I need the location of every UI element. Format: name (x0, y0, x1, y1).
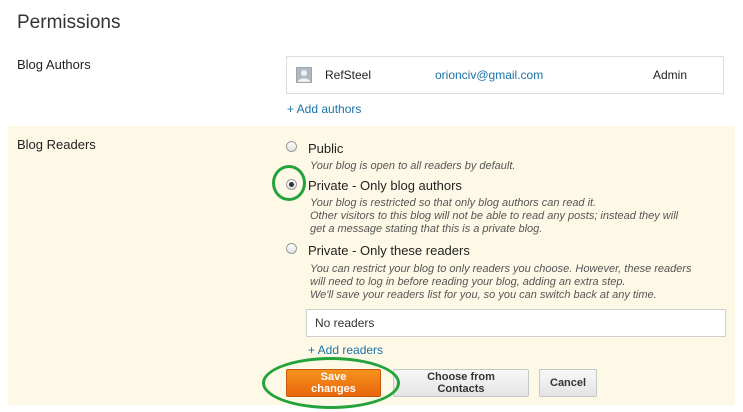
add-authors-link[interactable]: + Add authors (287, 102, 361, 116)
blog-authors-label: Blog Authors (17, 57, 91, 72)
readers-list-input[interactable] (306, 309, 726, 337)
page-title: Permissions (17, 12, 121, 33)
author-name: RefSteel (325, 68, 372, 82)
private-authors-radio[interactable] (286, 179, 297, 190)
private-readers-option-label[interactable]: Private - Only these readers (308, 243, 470, 258)
private-authors-option-description: Your blog is restricted so that only blo… (310, 197, 679, 235)
choose-from-contacts-button[interactable]: Choose from Contacts (393, 369, 529, 397)
private-readers-radio[interactable] (286, 243, 297, 254)
public-option-label[interactable]: Public (308, 141, 343, 156)
public-radio[interactable] (286, 141, 297, 152)
add-readers-link[interactable]: + Add readers (308, 343, 383, 357)
author-role: Admin (653, 68, 688, 82)
public-option-description: Your blog is open to all readers by defa… (310, 160, 516, 172)
blog-readers-label: Blog Readers (17, 137, 96, 152)
private-readers-option-description: You can restrict your blog to only reade… (310, 263, 692, 301)
private-authors-option-label[interactable]: Private - Only blog authors (308, 178, 462, 193)
authors-list: RefSteel orionciv@gmail.com Admin (286, 56, 724, 94)
cancel-button[interactable]: Cancel (539, 369, 597, 397)
avatar-icon (296, 67, 312, 83)
save-changes-button[interactable]: Save changes (286, 369, 381, 397)
author-email-link[interactable]: orionciv@gmail.com (435, 68, 543, 82)
